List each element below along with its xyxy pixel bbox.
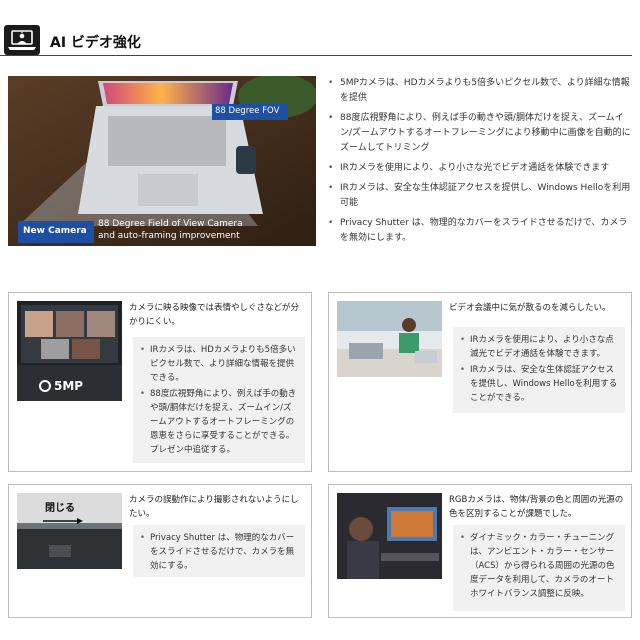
card-heading: ビデオ会議中に気が散るのを減らしたい。 [449, 303, 611, 313]
list-item: 5MPカメラは、HDカメラよりも5倍多いピクセル数で、より詳細な情報を提供 [326, 76, 634, 106]
office-meeting-image [337, 301, 442, 377]
hero-caption-line1: 88 Degree Field of View Camera [98, 219, 243, 229]
creative-workspace-image [337, 493, 442, 579]
list-item: 88度広視野角により、例えば手の動きや頭/胴体だけを捉え、ズームイン/ズームアウ… [137, 387, 299, 457]
list-item: Privacy Shutter は、物理的なカバーをスライドさせるだけで、カメラ… [137, 531, 299, 573]
hero-caption-line2: and auto-framing improvement [98, 231, 240, 241]
header-divider [0, 55, 632, 56]
card-heading: カメラに映る映像では表情やしぐさなどが分かりにくい。 [129, 303, 300, 327]
close-label: 閉じる [45, 503, 75, 514]
list-item: IRカメラを使用により、より小さな点滅光でビデオ通話を体験できます。 [457, 333, 619, 361]
list-item: IRカメラを使用により、より小さな光でビデオ通話を体験できます [326, 161, 634, 176]
card-privacy-shutter: 閉じる カメラの誤動作により撮影されないようにしたい。 Privacy Shut… [8, 484, 312, 618]
card-5mp-camera: 5MP カメラに映る映像では表情やしぐさなどが分かりにくい。 IRカメラは、HD… [8, 292, 312, 472]
list-item: IRカメラは、安全な生体認証アクセスを提供し、Windows Helloを利用可… [326, 181, 634, 211]
card-bullet-box: IRカメラは、HDカメラよりも5倍多いピクセル数で、より詳細な情報を提供できる。… [133, 337, 305, 463]
card-bullet-box: IRカメラを使用により、より小さな点滅光でビデオ通話を体験できます。 IRカメラ… [453, 327, 625, 413]
page-title: AI ビデオ強化 [50, 35, 141, 51]
card-bullet-box: Privacy Shutter は、物理的なカバーをスライドさせるだけで、カメラ… [133, 525, 305, 577]
card-heading: カメラの誤動作により撮影されないようにしたい。 [129, 495, 299, 519]
card-ir-camera: ビデオ会議中に気が散るのを減らしたい。 IRカメラを使用により、より小さな点滅光… [328, 292, 632, 472]
card-heading: RGBカメラは、物体/背景の色と周囲の光源の色を区別することが課題でした。 [449, 495, 624, 519]
list-item: 88度広視野角により、例えば手の動きや頭/胴体だけを捉え、ズームイン/ズームアウ… [326, 111, 634, 156]
fov-badge-label: 88 Degree FOV [215, 106, 280, 116]
list-item: IRカメラは、安全な生体認証アクセスを提供し、Windows Helloを利用す… [457, 363, 619, 405]
camera-aperture-icon [39, 380, 51, 392]
list-item: IRカメラは、HDカメラよりも5倍多いピクセル数で、より詳細な情報を提供できる。 [137, 343, 299, 385]
laptop-camera-icon [4, 25, 40, 55]
page-header: AI ビデオ強化 [0, 0, 640, 58]
card-bullet-box: ダイナミック・カラー・チューニングは、アンビエント・カラー・センサー（ACS）か… [453, 525, 625, 611]
list-item: Privacy Shutter は、物理的なカバーをスライドさせるだけで、カメラ… [326, 216, 634, 246]
hero-laptop-image: 88 Degree FOV New Camera 88 Degree Field… [8, 76, 316, 246]
card-rgb-camera: RGBカメラは、物体/背景の色と周囲の光源の色を区別することが課題でした。 ダイ… [328, 484, 632, 618]
hero-feature-list: 5MPカメラは、HDカメラよりも5倍多いピクセル数で、より詳細な情報を提供 88… [326, 76, 634, 251]
new-camera-badge-label: New Camera [23, 226, 87, 236]
list-item: ダイナミック・カラー・チューニングは、アンビエント・カラー・センサー（ACS）か… [457, 531, 619, 601]
5mp-badge: 5MP [39, 379, 83, 393]
5mp-label: 5MP [54, 379, 84, 393]
